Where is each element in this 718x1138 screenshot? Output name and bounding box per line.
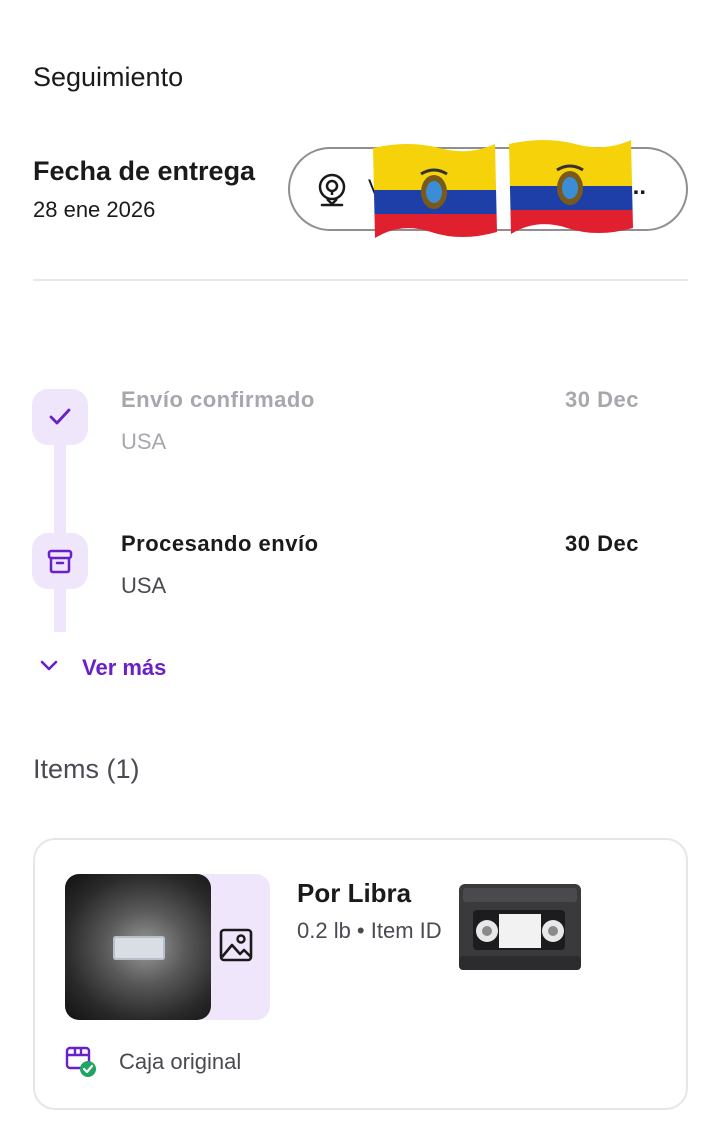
step-title: Procesando envío [121,531,319,556]
original-box-badge: Caja original [65,1046,241,1078]
check-icon [32,389,88,445]
page-title: Seguimiento [33,62,184,92]
ecuador-flag-icon [505,134,635,238]
step-date: 30 Dec [565,387,639,412]
step-title: Envío confirmado [121,387,315,412]
items-section-title: Items (1) [33,754,140,784]
package-image [113,936,165,960]
see-more-button[interactable]: Ver más [38,654,166,682]
location-pin-icon [316,173,348,207]
item-name: Por Libra [297,878,412,908]
item-photo[interactable] [65,874,211,1020]
step-location: USA [121,573,167,598]
delivery-date-label: Fecha de entrega [33,156,256,186]
delivery-date-value: 28 ene 2026 [33,197,156,222]
original-box-check-icon [65,1046,97,1078]
vhs-cassette-icon [455,880,585,974]
archive-box-icon [32,533,88,589]
step-date: 30 Dec [565,531,639,556]
item-card[interactable]: Por Libra 0.2 lb • Item ID Caja original [33,838,688,1110]
original-box-label: Caja original [119,1049,242,1074]
chevron-down-icon [38,654,60,682]
ecuador-flag-icon [369,138,499,242]
step-location: USA [121,429,167,454]
image-gallery-icon[interactable] [219,928,253,967]
see-more-label: Ver más [82,655,167,680]
section-divider [33,279,688,281]
item-meta: 0.2 lb • Item ID [297,918,442,943]
